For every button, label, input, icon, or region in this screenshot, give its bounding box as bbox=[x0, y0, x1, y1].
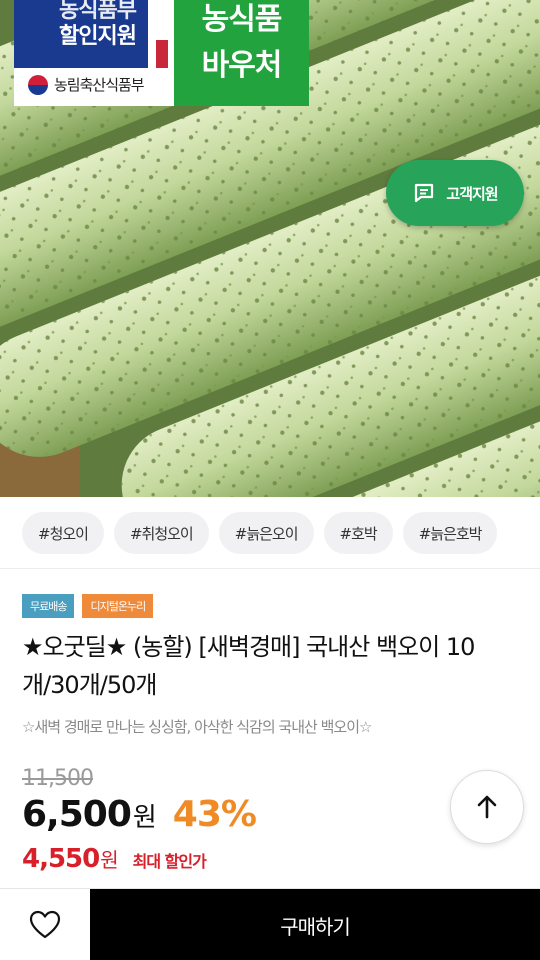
sale-price: 6,500 bbox=[22, 794, 132, 835]
free-shipping-chip: 무료배송 bbox=[22, 594, 75, 618]
tag-chip[interactable]: #취청오이 bbox=[113, 512, 209, 554]
benefit-chips: 무료배송 디지털온누리 bbox=[22, 594, 154, 618]
scroll-top-button[interactable] bbox=[450, 770, 524, 844]
bottom-action-bar: 구매하기 bbox=[0, 888, 540, 960]
tag-chip[interactable]: #호박 bbox=[323, 512, 393, 554]
product-image[interactable]: 농식품부 할인지원 농림축산식품부 농식품 바우처 고객지원 bbox=[0, 0, 540, 497]
buy-button[interactable]: 구매하기 bbox=[90, 889, 540, 960]
ministry-logo: 농림축산식품부 bbox=[28, 74, 145, 95]
discount-rate: 43% bbox=[172, 794, 257, 835]
hashtag-list: #청오이 #취청오이 #늙은오이 #호박 #늙은호박 bbox=[22, 512, 498, 554]
voucher-line2: 바우처 bbox=[201, 48, 283, 83]
badge-blue-panel: 농식품부 할인지원 bbox=[14, 0, 154, 68]
max-discount-row: 4,550 원 최대 할인가 bbox=[22, 844, 207, 874]
discount-support-badge: 농식품부 할인지원 농림축산식품부 bbox=[14, 0, 174, 106]
customer-support-button[interactable]: 고객지원 bbox=[386, 160, 524, 226]
tag-chip[interactable]: #늙은호박 bbox=[402, 512, 498, 554]
product-subtitle: ☆새벽 경매로 만나는 싱싱함, 아삭한 식감의 국내산 백오이☆ bbox=[22, 718, 372, 736]
max-discount-price: 4,550 bbox=[22, 844, 100, 874]
taegeuk-icon bbox=[28, 74, 48, 95]
arrow-up-icon bbox=[477, 795, 497, 819]
max-discount-currency: 원 bbox=[100, 848, 119, 872]
digital-voucher-chip: 디지털온누리 bbox=[82, 594, 154, 618]
currency-unit: 원 bbox=[132, 803, 157, 833]
badge-red-edge bbox=[156, 40, 168, 68]
product-title: ★오굿딜★ (농할) [새벽경매] 국내산 백오이 10개/30개/50개 bbox=[22, 633, 475, 699]
tag-chip[interactable]: #늙은오이 bbox=[218, 512, 314, 554]
wishlist-button[interactable] bbox=[0, 889, 90, 960]
customer-support-label: 고객지원 bbox=[446, 184, 498, 203]
voucher-badge: 농식품 바우처 bbox=[174, 0, 309, 106]
ministry-name: 농림축산식품부 bbox=[54, 76, 145, 94]
section-divider bbox=[0, 568, 540, 569]
chat-bubble-icon bbox=[415, 183, 434, 203]
voucher-line1: 농식품 bbox=[201, 2, 283, 37]
original-price: 11,500 bbox=[22, 766, 94, 791]
badge-blue-line2: 할인지원 bbox=[59, 24, 137, 49]
price-row: 6,500 원 43% bbox=[22, 794, 257, 835]
tag-chip[interactable]: #청오이 bbox=[22, 512, 104, 554]
heart-icon bbox=[29, 910, 61, 939]
max-discount-label: 최대 할인가 bbox=[132, 852, 207, 871]
